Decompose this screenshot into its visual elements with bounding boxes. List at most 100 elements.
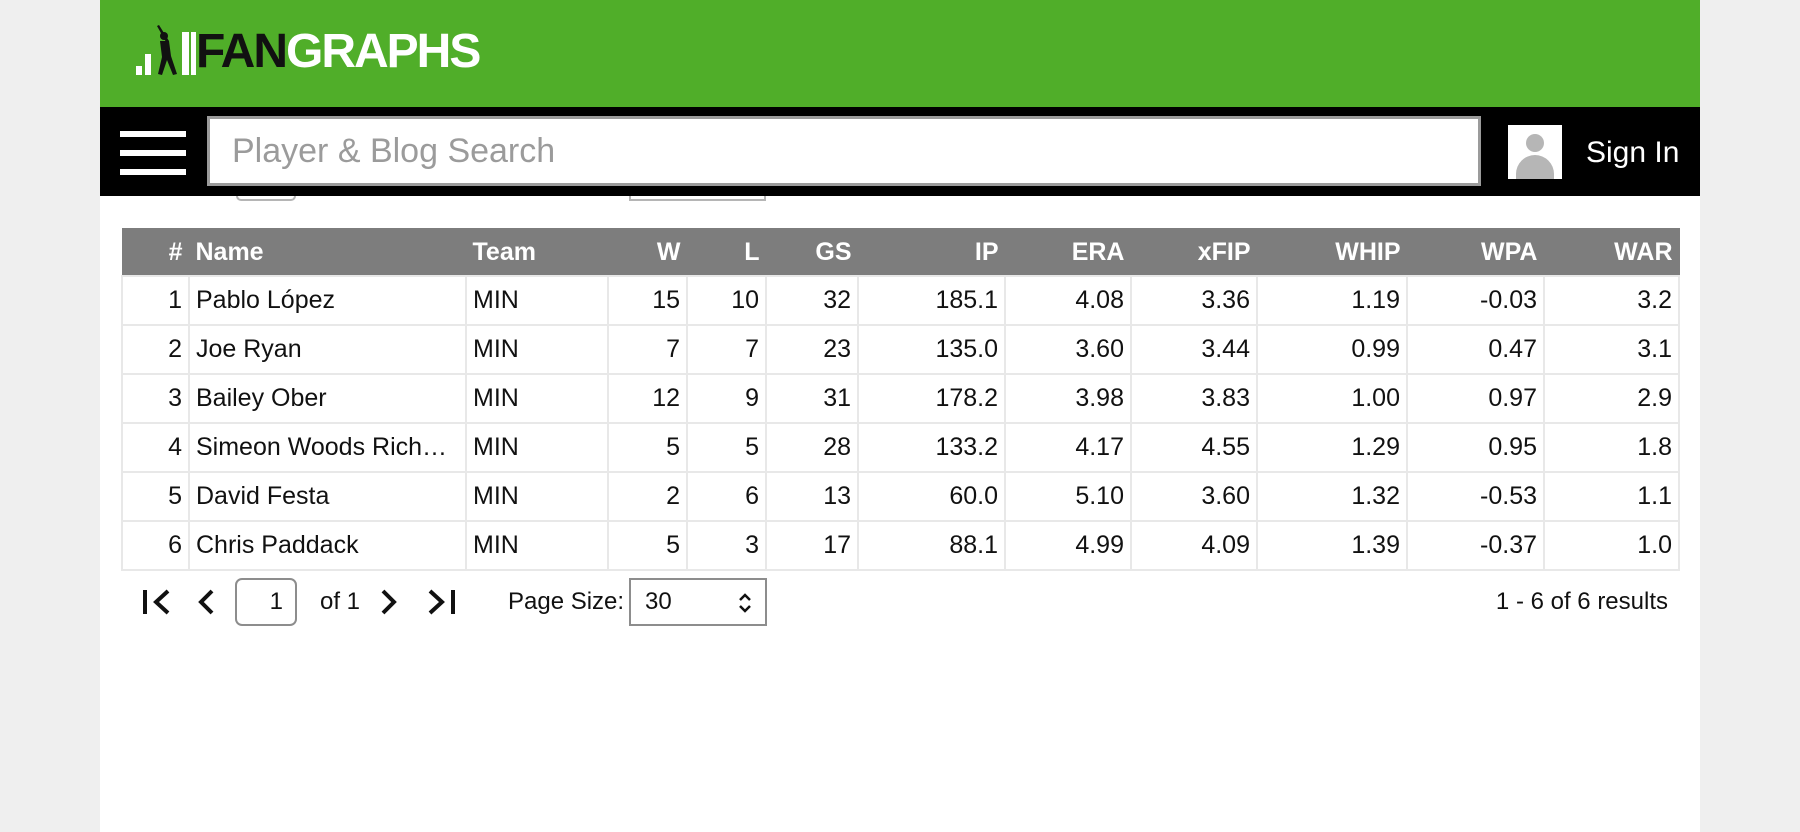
hamburger-menu-icon[interactable] xyxy=(120,131,186,175)
fangraphs-logo[interactable]: FAN GRAPHS xyxy=(136,24,481,80)
cell-player-name[interactable]: Chris Paddack xyxy=(188,520,467,571)
select-arrows-icon xyxy=(739,593,751,613)
cell-whip: 1.32 xyxy=(1256,471,1408,522)
cell-player-name[interactable]: Simeon Woods Rich… xyxy=(188,422,467,473)
cell-xfip: 3.83 xyxy=(1130,373,1258,424)
cell-wpa: -0.53 xyxy=(1406,471,1545,522)
cell-team[interactable]: MIN xyxy=(465,422,609,473)
cell-xfip: 4.09 xyxy=(1130,520,1258,571)
table-row: 1 Pablo López MIN 15 10 32 185.1 4.08 3.… xyxy=(121,275,1680,326)
cell-rank: 6 xyxy=(121,520,190,571)
cell-wpa: 0.95 xyxy=(1406,422,1545,473)
menu-line xyxy=(120,169,186,175)
first-page-icon[interactable] xyxy=(142,588,174,616)
page-number-input[interactable] xyxy=(235,578,297,626)
cell-team[interactable]: MIN xyxy=(465,471,609,522)
results-count: 1 - 6 of 6 results xyxy=(1495,588,1668,615)
column-header-war[interactable]: WAR xyxy=(1543,228,1680,277)
table-row: 2 Joe Ryan MIN 7 7 23 135.0 3.60 3.44 0.… xyxy=(121,324,1680,375)
cell-era: 4.17 xyxy=(1004,422,1132,473)
cell-team[interactable]: MIN xyxy=(465,324,609,375)
cell-whip: 1.39 xyxy=(1256,520,1408,571)
cell-wpa: 0.97 xyxy=(1406,373,1545,424)
cell-war: 3.1 xyxy=(1543,324,1680,375)
cell-w: 12 xyxy=(607,373,688,424)
cell-team[interactable]: MIN xyxy=(465,520,609,571)
cell-whip: 1.29 xyxy=(1256,422,1408,473)
cell-rank: 4 xyxy=(121,422,190,473)
last-page-icon[interactable] xyxy=(424,588,456,616)
menu-line xyxy=(120,131,186,137)
column-header-w[interactable]: W xyxy=(607,228,688,277)
cell-xfip: 3.36 xyxy=(1130,275,1258,326)
column-header-xfip[interactable]: xFIP xyxy=(1130,228,1258,277)
cell-war: 1.1 xyxy=(1543,471,1680,522)
cell-era: 5.10 xyxy=(1004,471,1132,522)
sign-in-link[interactable]: Sign In xyxy=(1586,133,1679,173)
column-header-name[interactable]: Name xyxy=(188,228,467,277)
cell-whip: 1.19 xyxy=(1256,275,1408,326)
cell-war: 3.2 xyxy=(1543,275,1680,326)
cell-player-name[interactable]: Pablo López xyxy=(188,275,467,326)
cell-l: 9 xyxy=(686,373,767,424)
cell-xfip: 3.60 xyxy=(1130,471,1258,522)
column-header-era[interactable]: ERA xyxy=(1004,228,1132,277)
cell-ip: 178.2 xyxy=(857,373,1006,424)
cell-gs: 32 xyxy=(765,275,859,326)
avatar-head xyxy=(1526,134,1544,152)
column-header-ip[interactable]: IP xyxy=(857,228,1006,277)
hidden-page-input-edge xyxy=(236,196,296,201)
user-avatar-icon[interactable] xyxy=(1508,125,1562,179)
cell-war: 1.0 xyxy=(1543,520,1680,571)
cell-l: 3 xyxy=(686,520,767,571)
cell-l: 6 xyxy=(686,471,767,522)
cell-era: 3.98 xyxy=(1004,373,1132,424)
next-page-icon[interactable] xyxy=(377,588,399,616)
cell-l: 7 xyxy=(686,324,767,375)
cell-whip: 1.00 xyxy=(1256,373,1408,424)
cell-ip: 88.1 xyxy=(857,520,1006,571)
cell-team[interactable]: MIN xyxy=(465,275,609,326)
cell-gs: 28 xyxy=(765,422,859,473)
cell-player-name[interactable]: David Festa xyxy=(188,471,467,522)
cell-ip: 185.1 xyxy=(857,275,1006,326)
page-count-label: of 1 xyxy=(320,588,361,615)
batter-logo-icon xyxy=(136,25,196,75)
nav-bar: Sign In xyxy=(100,107,1700,196)
cell-ip: 60.0 xyxy=(857,471,1006,522)
page: FAN GRAPHS Sign In # Name Team xyxy=(100,0,1700,832)
table-row: 5 David Festa MIN 2 6 13 60.0 5.10 3.60 … xyxy=(121,471,1680,522)
previous-page-icon[interactable] xyxy=(196,588,218,616)
site-header: FAN GRAPHS xyxy=(100,0,1700,107)
column-header-wpa[interactable]: WPA xyxy=(1406,228,1545,277)
cell-w: 5 xyxy=(607,422,688,473)
cell-xfip: 3.44 xyxy=(1130,324,1258,375)
page-size-select[interactable]: 30 xyxy=(629,578,767,626)
page-size-label: Page Size: xyxy=(508,588,625,615)
column-header-rank[interactable]: # xyxy=(121,228,190,277)
cell-team[interactable]: MIN xyxy=(465,373,609,424)
cell-war: 2.9 xyxy=(1543,373,1680,424)
column-header-whip[interactable]: WHIP xyxy=(1256,228,1408,277)
cell-player-name[interactable]: Bailey Ober xyxy=(188,373,467,424)
search-input[interactable] xyxy=(207,116,1481,186)
cell-l: 5 xyxy=(686,422,767,473)
hidden-page-size-edge xyxy=(629,196,766,201)
cell-rank: 1 xyxy=(121,275,190,326)
cell-w: 2 xyxy=(607,471,688,522)
cell-gs: 13 xyxy=(765,471,859,522)
table-row: 4 Simeon Woods Rich… MIN 5 5 28 133.2 4.… xyxy=(121,422,1680,473)
column-header-team[interactable]: Team xyxy=(465,228,609,277)
cell-w: 7 xyxy=(607,324,688,375)
column-header-l[interactable]: L xyxy=(686,228,767,277)
cell-rank: 3 xyxy=(121,373,190,424)
cell-rank: 5 xyxy=(121,471,190,522)
cell-l: 10 xyxy=(686,275,767,326)
cell-wpa: -0.37 xyxy=(1406,520,1545,571)
column-header-gs[interactable]: GS xyxy=(765,228,859,277)
cell-ip: 133.2 xyxy=(857,422,1006,473)
avatar-body xyxy=(1516,155,1554,179)
cell-player-name[interactable]: Joe Ryan xyxy=(188,324,467,375)
stats-table: # Name Team W L GS IP ERA xFIP WHIP WPA … xyxy=(121,228,1680,571)
cell-ip: 135.0 xyxy=(857,324,1006,375)
